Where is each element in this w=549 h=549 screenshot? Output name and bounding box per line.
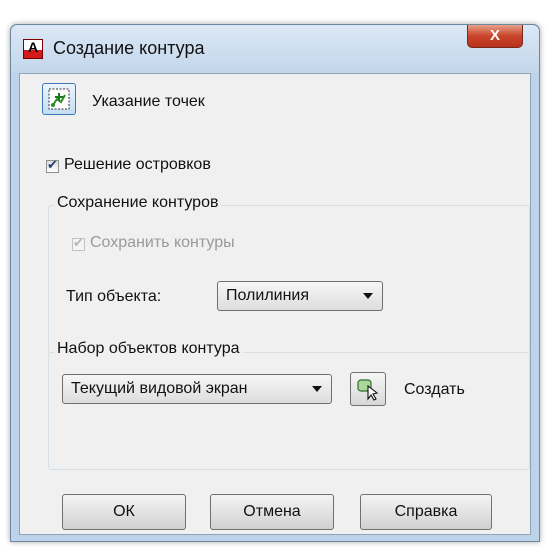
pick-points-icon <box>48 88 70 110</box>
dialog-body: Указание точек ✔ Решение островков Сохра… <box>19 73 531 535</box>
new-boundary-set-label: Создать <box>404 381 465 398</box>
retain-boundaries-legend: Сохранение контуров <box>54 194 222 212</box>
pick-points-label: Указание точек <box>92 93 205 110</box>
cancel-button[interactable]: Отмена <box>210 494 334 530</box>
boundary-set-value: Текущий видовой экран <box>71 380 248 397</box>
checkmark-icon: ✔ <box>73 235 84 250</box>
pick-points-button[interactable] <box>42 83 76 115</box>
ok-button[interactable]: ОК <box>62 494 186 530</box>
new-boundary-set-button[interactable] <box>350 372 386 406</box>
object-type-label: Тип объекта: <box>66 288 162 305</box>
island-detection-checkbox[interactable]: ✔ <box>46 157 59 173</box>
title-bar[interactable]: A Создание контура X <box>11 25 539 73</box>
dialog-title: Создание контура <box>53 38 205 58</box>
chevron-down-icon <box>363 293 373 299</box>
object-type-dropdown[interactable]: Полилиния <box>217 281 383 311</box>
checkmark-icon: ✔ <box>47 157 58 172</box>
retain-boundaries-checkbox[interactable]: ✔ <box>72 235 85 251</box>
boundary-set-legend: Набор объектов контура <box>54 340 243 358</box>
chevron-down-icon <box>312 386 322 392</box>
boundary-set-dropdown[interactable]: Текущий видовой экран <box>62 374 332 404</box>
help-button[interactable]: Справка <box>360 494 492 530</box>
close-button[interactable]: X <box>467 25 523 48</box>
retain-boundaries-group <box>48 205 530 353</box>
boundary-creation-dialog: A Создание контура X Указание точек ✔ Ре… <box>10 24 540 542</box>
close-icon: X <box>489 27 500 44</box>
retain-boundaries-label: Сохранить контуры <box>90 234 235 251</box>
autocad-app-icon: A <box>23 39 43 59</box>
island-detection-label: Решение островков <box>64 156 211 173</box>
boundary-set-group <box>48 352 530 470</box>
app-icon-letter: A <box>27 39 39 55</box>
object-type-value: Полилиния <box>226 287 310 304</box>
select-objects-icon <box>357 379 379 401</box>
